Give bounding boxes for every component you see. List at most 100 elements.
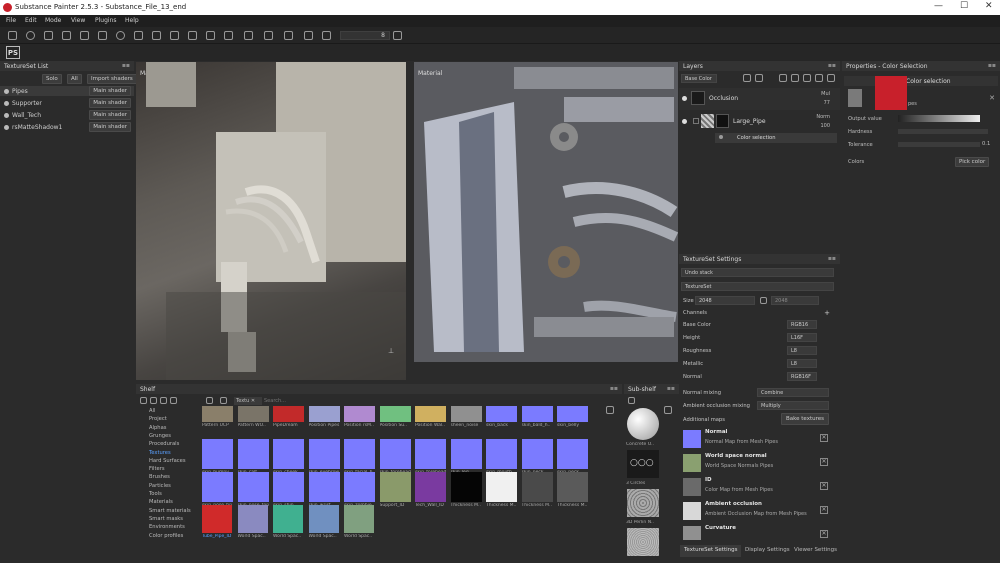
tool-icon[interactable] bbox=[264, 31, 273, 40]
add-channel-icon[interactable]: + bbox=[824, 309, 830, 317]
polygon-fill-icon[interactable] bbox=[134, 31, 143, 40]
shelf-import-icon[interactable] bbox=[160, 397, 167, 404]
maximize-button[interactable]: ☐ bbox=[960, 1, 968, 11]
visibility-icon[interactable] bbox=[4, 89, 9, 94]
shelf-category-smart-masks[interactable]: Smart masks bbox=[149, 516, 183, 522]
textureset-item[interactable]: Pipes Main shader bbox=[0, 86, 134, 96]
panel-options-icon[interactable]: ▪▪ bbox=[988, 62, 996, 69]
shelf-thumb[interactable] bbox=[521, 472, 553, 502]
section-header[interactable]: Color selection bbox=[844, 76, 998, 86]
grid-view-icon[interactable] bbox=[664, 406, 672, 414]
smudge-icon[interactable] bbox=[80, 31, 89, 40]
tool-icon[interactable] bbox=[188, 31, 197, 40]
menu-help[interactable]: Help bbox=[125, 17, 139, 24]
subshelf-thumb[interactable] bbox=[627, 528, 659, 556]
shelf-category-tools[interactable]: Tools bbox=[149, 491, 162, 497]
textureset-item[interactable]: rsMatteShadow1 Main shader bbox=[0, 122, 134, 132]
shelf-thumb[interactable] bbox=[415, 439, 446, 469]
panel-options-icon[interactable]: ▪▪ bbox=[828, 255, 836, 262]
shelf-thumb[interactable] bbox=[344, 505, 374, 533]
solo-button[interactable]: Solo bbox=[42, 74, 62, 84]
tool-icon[interactable] bbox=[170, 31, 179, 40]
shelf-thumb[interactable] bbox=[237, 472, 269, 502]
shelf-thumb[interactable] bbox=[486, 472, 517, 502]
shader-select[interactable]: Main shader bbox=[89, 122, 131, 132]
layer-blend-mode[interactable]: Norm bbox=[816, 114, 830, 120]
channel-format-select[interactable]: RGB16F bbox=[787, 372, 817, 381]
remove-map-icon[interactable]: ✕ bbox=[820, 458, 828, 466]
output-value-slider[interactable] bbox=[898, 115, 980, 122]
tool-icon[interactable] bbox=[244, 31, 253, 40]
additional-map-item[interactable]: Normal Normal Map from Mesh Pipes ✕ bbox=[683, 428, 830, 450]
shader-select[interactable]: Main shader bbox=[89, 86, 131, 96]
pick-color-button[interactable]: Pick color bbox=[955, 157, 990, 167]
tool-icon[interactable] bbox=[304, 31, 313, 40]
ao-mixing-select[interactable]: Multiply bbox=[757, 401, 829, 410]
filter-icon[interactable] bbox=[206, 397, 213, 404]
photoshop-export-button[interactable]: PS bbox=[6, 46, 20, 59]
shelf-thumb[interactable] bbox=[202, 472, 233, 502]
shelf-category-textures[interactable]: Textures bbox=[149, 450, 171, 456]
shelf-category-alphas[interactable]: Alphas bbox=[149, 425, 166, 431]
add-mask-icon[interactable] bbox=[779, 74, 787, 82]
layer-row[interactable]: Large_Pipe Norm 100 bbox=[679, 111, 840, 133]
panel-options-icon[interactable]: ▪▪ bbox=[828, 62, 836, 69]
layer-visibility-icon[interactable] bbox=[682, 119, 687, 124]
shelf-category-smart-materials[interactable]: Smart materials bbox=[149, 508, 191, 514]
grid-view-icon[interactable] bbox=[606, 406, 614, 414]
panel-options-icon[interactable]: ▪▪ bbox=[122, 62, 130, 69]
layer-effect-row[interactable]: Color selection bbox=[715, 133, 837, 143]
selected-color-thumbnail[interactable] bbox=[875, 76, 907, 110]
bake-textures-button[interactable]: Bake textures bbox=[781, 413, 829, 425]
shelf-thumb[interactable] bbox=[450, 439, 482, 469]
layer-opacity[interactable]: 77 bbox=[824, 100, 830, 106]
brush-icon[interactable] bbox=[44, 31, 53, 40]
undo-stack-tab[interactable]: Undo stack bbox=[681, 268, 834, 277]
color-preview-swatch[interactable] bbox=[848, 89, 862, 107]
brush-size-slider[interactable]: 8 bbox=[340, 31, 390, 40]
shelf-category-materials[interactable]: Materials bbox=[149, 499, 173, 505]
shelf-thumb[interactable] bbox=[237, 439, 269, 469]
shelf-thumb[interactable] bbox=[202, 406, 233, 422]
subshelf-thumb[interactable] bbox=[627, 489, 659, 517]
shelf-category-procedurals[interactable]: Procedurals bbox=[149, 441, 179, 447]
normal-mixing-select[interactable]: Combine bbox=[757, 388, 829, 397]
all-button[interactable]: All bbox=[67, 74, 82, 84]
shelf-view-icon[interactable] bbox=[140, 397, 147, 404]
import-shaders-button[interactable]: Import shaders bbox=[87, 74, 137, 84]
shelf-thumb[interactable] bbox=[273, 472, 304, 502]
shelf-thumb[interactable] bbox=[486, 439, 517, 469]
shelf-thumb[interactable] bbox=[557, 439, 588, 469]
shelf-thumb[interactable] bbox=[344, 406, 375, 422]
tool-icon[interactable] bbox=[284, 31, 293, 40]
shelf-category-color-profiles[interactable]: Color profiles bbox=[149, 533, 183, 539]
menu-edit[interactable]: Edit bbox=[25, 17, 37, 24]
additional-map-item[interactable]: Curvature ✕ bbox=[683, 524, 830, 540]
remove-filter-icon[interactable]: ✕ bbox=[251, 398, 255, 404]
shelf-category-brushes[interactable]: Brushes bbox=[149, 474, 170, 480]
shelf-thumb[interactable] bbox=[273, 439, 304, 469]
viewport-3d[interactable]: Material ⊥ bbox=[136, 62, 406, 380]
panel-options-icon[interactable]: ▪▪ bbox=[667, 385, 675, 392]
shelf-category-particles[interactable]: Particles bbox=[149, 483, 171, 489]
add-layer-icon[interactable] bbox=[743, 74, 751, 82]
shelf-thumb[interactable] bbox=[344, 472, 375, 502]
delete-layer-icon[interactable] bbox=[827, 74, 835, 82]
tab-textureset-settings[interactable]: TextureSet Settings bbox=[680, 545, 742, 557]
effect-visibility-icon[interactable] bbox=[719, 135, 723, 139]
layer-opacity[interactable]: 100 bbox=[820, 123, 830, 129]
shelf-category-project[interactable]: Project bbox=[149, 416, 167, 422]
size-select-secondary[interactable]: 2048 bbox=[771, 296, 819, 305]
shelf-category-grunges[interactable]: Grunges bbox=[149, 433, 171, 439]
shelf-thumb[interactable] bbox=[308, 505, 339, 533]
additional-map-item[interactable]: ID Color Map from Mesh Pipes ✕ bbox=[683, 476, 830, 498]
shelf-search-input[interactable] bbox=[264, 397, 364, 405]
channel-format-select[interactable]: L8 bbox=[787, 346, 817, 355]
shelf-settings-icon[interactable] bbox=[170, 397, 177, 404]
tolerance-value[interactable]: 0.1 bbox=[982, 141, 990, 147]
channel-select[interactable]: Base Color bbox=[681, 74, 717, 83]
shelf-new-icon[interactable] bbox=[150, 397, 157, 404]
shelf-category-filters[interactable]: Filters bbox=[149, 466, 165, 472]
subshelf-view-icon[interactable] bbox=[628, 397, 635, 404]
textureset-tab[interactable]: TextureSet bbox=[681, 282, 834, 291]
